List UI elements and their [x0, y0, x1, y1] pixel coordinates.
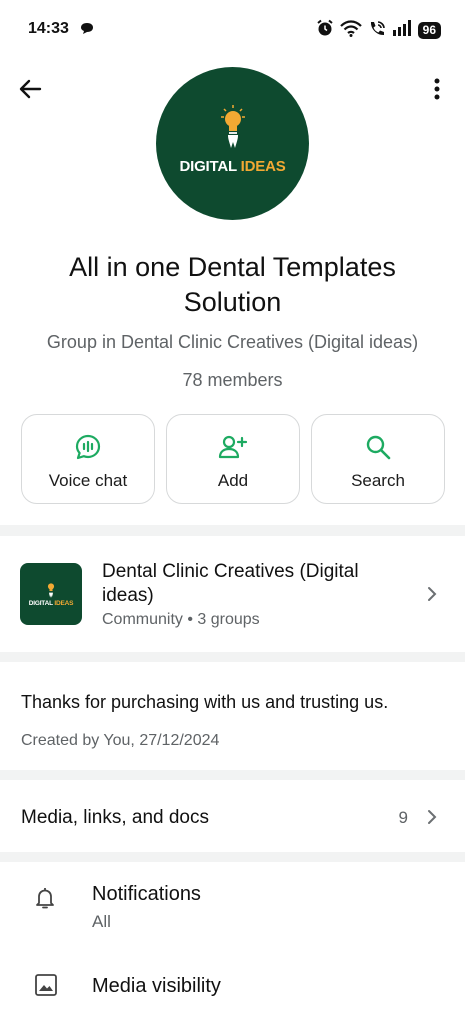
logo-text: DIGITAL IDEAS	[179, 157, 286, 175]
search-label: Search	[351, 471, 405, 490]
chevron-right-icon	[427, 809, 437, 830]
lightbulb-icon	[220, 104, 246, 154]
community-title: Dental Clinic Creatives (Digital ideas)	[102, 561, 359, 606]
chevron-right-icon	[427, 586, 437, 607]
status-bar: 14:33 96	[0, 0, 465, 56]
notifications-row[interactable]: Notifications All	[0, 862, 465, 942]
created-by-text: Created by You, 27/12/2024	[21, 732, 220, 749]
media-visibility-label: Media visibility	[92, 975, 221, 997]
media-links-docs-row[interactable]: Media, links, and docs 9	[0, 780, 465, 852]
voice-chat-button[interactable]: Voice chat	[21, 414, 155, 504]
battery-indicator: 96	[417, 22, 441, 39]
notifications-label: Notifications	[92, 883, 201, 905]
community-avatar: DIGITAL IDEAS	[20, 563, 82, 625]
voice-chat-icon	[74, 433, 102, 461]
group-avatar[interactable]: DIGITAL IDEAS	[156, 67, 309, 220]
group-description[interactable]: Thanks for purchasing with us and trusti…	[0, 662, 465, 770]
status-icons: 96	[316, 19, 441, 42]
alarm-icon	[316, 19, 334, 42]
arrow-left-icon	[19, 79, 42, 99]
settings-list: Notifications All Media visibility	[0, 862, 465, 1024]
signal-icon	[392, 20, 412, 41]
add-label: Add	[217, 471, 249, 490]
wifi-icon	[339, 19, 362, 42]
chat-bubble-icon	[80, 22, 94, 40]
member-count: 78 members	[182, 370, 283, 390]
wifi-calling-icon	[368, 20, 386, 42]
group-subtitle[interactable]: Group in Dental Clinic Creatives (Digita…	[10, 332, 455, 353]
community-row[interactable]: DIGITAL IDEAS Dental Clinic Creatives (D…	[0, 536, 465, 652]
media-count: 9	[398, 808, 408, 827]
more-vertical-icon	[434, 78, 440, 100]
group-info-header: 14:33 96 DIGITAL IDEAS All in one Dental…	[0, 0, 465, 525]
search-icon	[364, 433, 392, 461]
media-links-docs-label: Media, links, and docs	[21, 807, 209, 828]
add-person-icon	[218, 433, 248, 461]
notifications-value: All	[92, 912, 111, 931]
group-name[interactable]: All in one Dental Templates Solution	[20, 250, 445, 320]
add-member-button[interactable]: Add	[166, 414, 300, 504]
image-icon	[34, 973, 58, 1002]
back-button[interactable]	[16, 74, 46, 104]
description-text: Thanks for purchasing with us and trusti…	[21, 692, 389, 712]
action-buttons: Voice chat Add Search	[21, 414, 445, 505]
lightbulb-icon	[47, 583, 55, 598]
bell-icon	[34, 886, 56, 915]
community-meta: Community • 3 groups	[102, 611, 260, 628]
media-visibility-row[interactable]: Media visibility	[0, 956, 465, 1016]
status-time: 14:33	[28, 20, 69, 37]
more-options-button[interactable]	[427, 74, 447, 104]
logo-text: DIGITAL IDEAS	[28, 600, 74, 607]
voice-chat-label: Voice chat	[48, 471, 128, 490]
search-button[interactable]: Search	[311, 414, 445, 504]
